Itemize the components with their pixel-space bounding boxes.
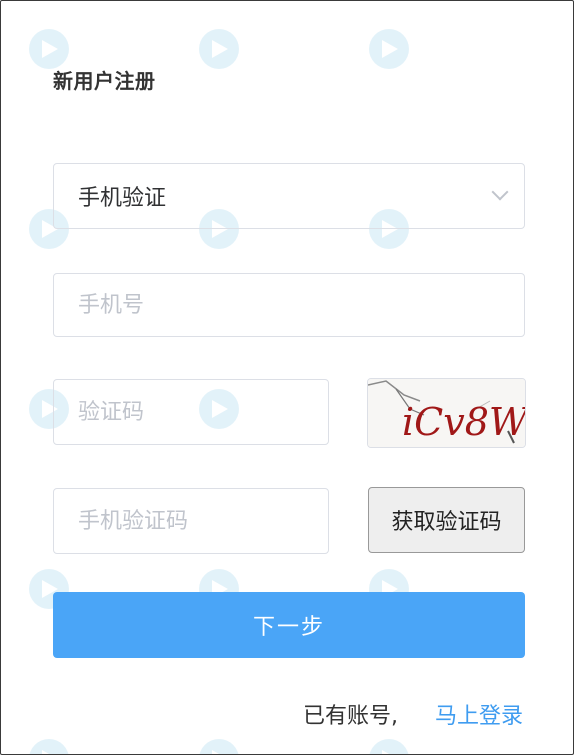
watermark-logo-icon [199, 739, 349, 754]
phone-input[interactable] [53, 273, 525, 337]
verify-method-value: 手机验证 [78, 186, 167, 211]
captcha-text: iCv8W [402, 400, 525, 444]
next-button[interactable]: 下一步 [53, 592, 525, 658]
register-panel: 新用户注册 手机验证 iCv8W 获取验证码 下一步 已有账号, 马上登录 [0, 0, 574, 755]
watermark-logo-icon [29, 739, 179, 754]
page-title: 新用户注册 [53, 69, 156, 93]
get-code-button[interactable]: 获取验证码 [368, 487, 525, 553]
have-account-text: 已有账号, [302, 704, 398, 729]
watermark-logo-icon [369, 29, 519, 69]
login-link[interactable]: 马上登录 [435, 704, 523, 729]
watermark-logo-icon [199, 29, 349, 69]
captcha-input[interactable] [53, 379, 329, 445]
chevron-down-icon[interactable] [491, 183, 509, 201]
watermark-logo-icon [29, 29, 179, 69]
captcha-image[interactable]: iCv8W [367, 378, 526, 448]
watermark-logo-icon [369, 739, 519, 754]
login-prompt: 已有账号, 马上登录 [303, 698, 523, 730]
verify-method-select[interactable]: 手机验证 [53, 163, 525, 229]
sms-code-input[interactable] [53, 488, 329, 554]
